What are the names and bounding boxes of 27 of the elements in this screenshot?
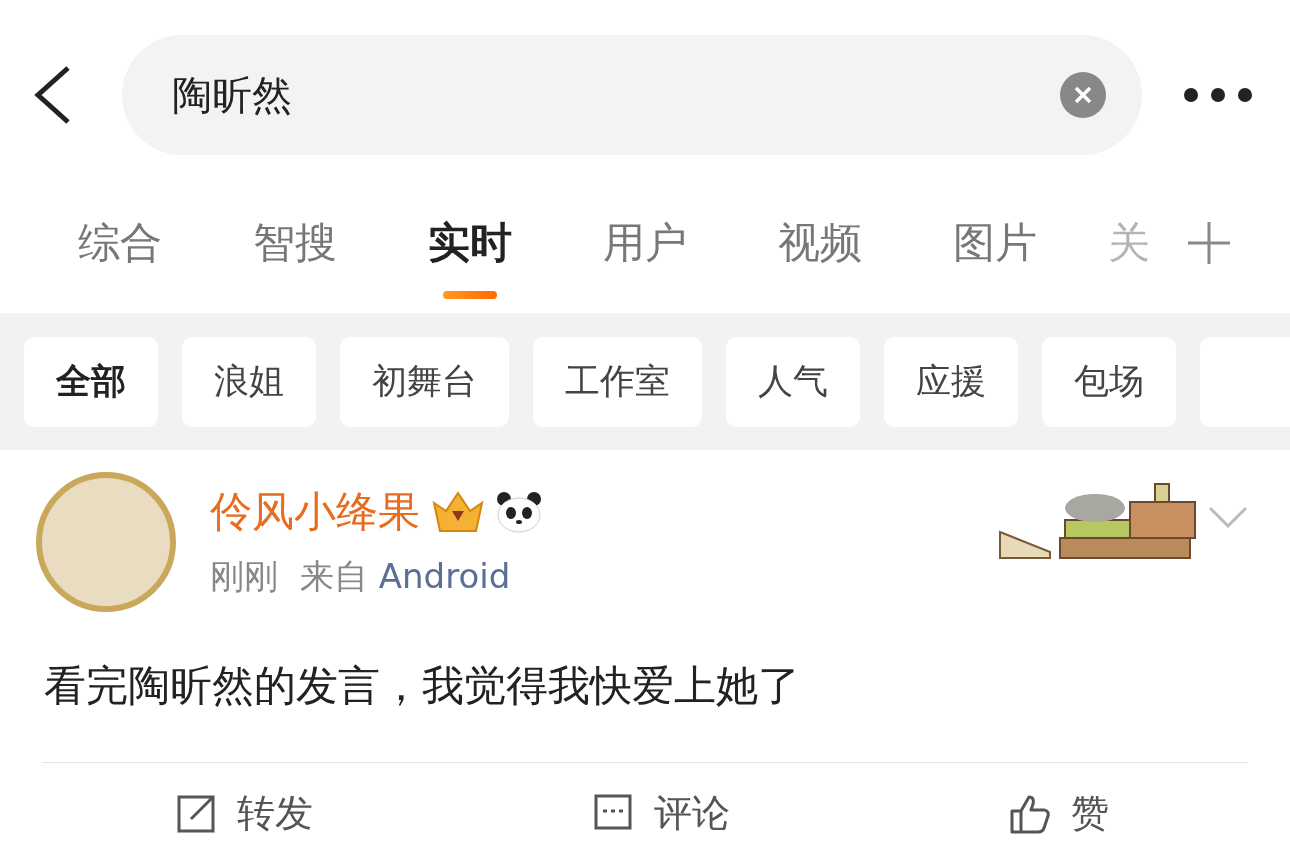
post-time: 刚刚 <box>210 555 278 598</box>
like-button[interactable]: 赞 <box>1002 787 1115 840</box>
post-text: 看完陶昕然的发言，我觉得我快爱上她了 <box>44 660 801 712</box>
plus-icon[interactable] <box>1188 222 1230 264</box>
filter-chip[interactable]: 包场 <box>1042 336 1176 427</box>
tab[interactable]: 综合 <box>32 190 207 300</box>
panda-icon <box>496 491 542 533</box>
tab[interactable]: 实时 <box>382 190 557 300</box>
comment-button[interactable]: 评论 <box>586 787 736 840</box>
clear-icon[interactable] <box>1060 72 1106 118</box>
repost-button[interactable]: 转发 <box>169 787 320 840</box>
filter-chip[interactable]: 应援 <box>884 336 1018 427</box>
filter-chip[interactable]: 浪姐 <box>182 336 316 427</box>
search-field[interactable]: 陶昕然 <box>170 71 1060 119</box>
filter-chip[interactable]: 初舞台 <box>340 336 509 427</box>
chevron-down-icon[interactable] <box>1208 506 1248 528</box>
tab[interactable]: 智搜 <box>207 190 382 300</box>
search-bar[interactable]: 陶昕然 <box>122 35 1142 155</box>
filter-chip[interactable]: 全部 <box>24 336 158 427</box>
crown-icon <box>430 489 486 535</box>
tab[interactable]: 视频 <box>732 190 907 300</box>
post-source: 来自 Android <box>300 555 511 598</box>
tab[interactable]: 图片 <box>907 190 1082 300</box>
tab[interactable]: 用户 <box>557 190 732 300</box>
more-icon[interactable] <box>1182 86 1254 104</box>
filter-chip[interactable]: 工作室 <box>533 336 702 427</box>
filter-chip[interactable]: 人气 <box>726 336 860 427</box>
